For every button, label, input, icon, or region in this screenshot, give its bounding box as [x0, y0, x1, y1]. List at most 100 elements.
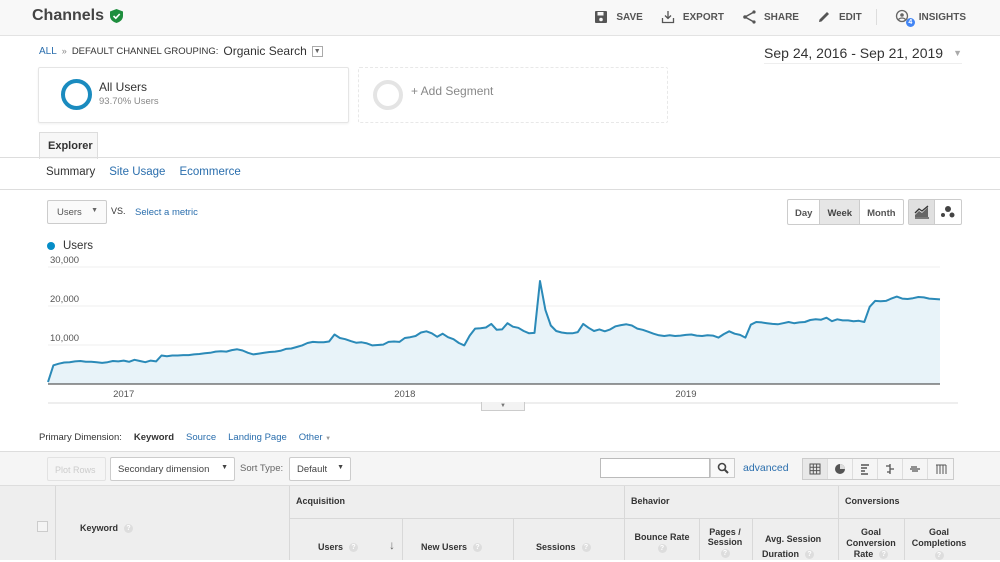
column-pages-label-2: Session	[707, 537, 743, 547]
term-cloud-view-button[interactable]	[903, 459, 928, 479]
chevron-down-icon: ▼	[337, 464, 344, 471]
period-week-button[interactable]: Week	[819, 200, 861, 224]
divider	[752, 519, 753, 560]
column-pages-per-session[interactable]: Pages / Session?	[702, 527, 748, 558]
page-title: Channels	[32, 7, 124, 25]
table-header: Keyword? Acquisition Behavior Conversion…	[0, 486, 1000, 560]
period-month-button[interactable]: Month	[860, 200, 903, 224]
help-icon[interactable]: ?	[124, 524, 134, 534]
pie-view-icon	[835, 464, 845, 474]
divider	[402, 519, 403, 560]
divider	[624, 486, 625, 560]
sort-type-select[interactable]: Default ▼	[289, 457, 351, 481]
advanced-filter-link[interactable]: advanced	[743, 462, 789, 474]
line-chart-button[interactable]	[909, 200, 935, 224]
column-keyword[interactable]: Keyword?	[80, 523, 134, 534]
column-sessions[interactable]: Sessions?	[536, 542, 591, 553]
help-icon[interactable]: ?	[934, 551, 944, 560]
motion-chart-button[interactable]	[935, 200, 961, 224]
subtab-site-usage[interactable]: Site Usage	[109, 166, 165, 178]
segment-ring-icon	[61, 79, 92, 110]
share-button[interactable]: SHARE	[742, 10, 799, 24]
breadcrumb-separator: »	[61, 46, 67, 56]
column-new-users-label: New Users	[421, 542, 468, 552]
column-users[interactable]: Users?	[318, 542, 359, 553]
y-tick-label: 10,000	[50, 333, 79, 344]
divider	[875, 9, 877, 25]
subtab-ecommerce[interactable]: Ecommerce	[179, 166, 240, 178]
pivot-view-button[interactable]	[928, 459, 953, 479]
period-day-button[interactable]: Day	[788, 200, 819, 224]
add-segment-button[interactable]: + Add Segment	[358, 67, 668, 123]
divider	[904, 519, 905, 560]
column-sessions-label: Sessions	[536, 542, 576, 552]
table-search-input[interactable]	[600, 458, 710, 478]
date-range-picker[interactable]: Sep 24, 2016 - Sep 21, 2019 ▼	[764, 45, 962, 64]
dimension-source[interactable]: Source	[186, 432, 216, 443]
group-acquisition: Acquisition	[296, 496, 345, 506]
date-range-text: Sep 24, 2016 - Sep 21, 2019	[764, 45, 944, 61]
help-icon[interactable]: ?	[473, 543, 483, 553]
dimension-landing-page[interactable]: Landing Page	[228, 432, 287, 443]
secondary-dimension-select[interactable]: Secondary dimension ▼	[110, 457, 235, 481]
performance-view-button[interactable]	[853, 459, 878, 479]
chevron-down-icon: ▼	[325, 436, 332, 442]
subtab-summary[interactable]: Summary	[46, 166, 95, 178]
pie-view-button[interactable]	[828, 459, 853, 479]
column-keyword-label: Keyword	[80, 523, 119, 533]
line-chart-icon	[914, 205, 929, 219]
help-icon[interactable]: ?	[879, 550, 889, 560]
term-cloud-view-icon	[910, 466, 920, 472]
collapse-chart-toggle[interactable]: ▼	[481, 402, 525, 411]
export-button[interactable]: EXPORT	[661, 10, 724, 24]
column-new-users[interactable]: New Users?	[421, 542, 483, 553]
column-goal-completions[interactable]: Goal Completions?	[908, 527, 970, 560]
table-view-icon	[809, 463, 821, 475]
save-label: SAVE	[616, 11, 643, 23]
plot-rows-button[interactable]: Plot Rows	[47, 457, 106, 481]
performance-view-icon	[861, 464, 869, 475]
help-icon[interactable]: ?	[349, 543, 359, 553]
search-button[interactable]	[710, 458, 735, 478]
select-all-checkbox[interactable]	[37, 521, 48, 532]
divider	[838, 486, 839, 560]
breadcrumb-dropdown[interactable]: ▼	[311, 45, 323, 57]
table-view-button[interactable]	[803, 459, 828, 479]
export-icon	[661, 11, 674, 24]
chevron-down-icon: ▼	[221, 464, 228, 471]
metric-select[interactable]: Users ▼	[47, 200, 107, 224]
divider	[699, 519, 700, 560]
x-tick-label: 2017	[113, 389, 134, 400]
export-label: EXPORT	[682, 11, 724, 23]
page-title-text: Channels	[32, 7, 105, 24]
divider	[0, 189, 1000, 190]
segment-all-users[interactable]: All Users 93.70% Users	[38, 67, 349, 123]
tab-explorer[interactable]: Explorer	[39, 132, 98, 159]
help-icon[interactable]: ?	[657, 544, 667, 553]
dimension-keyword[interactable]: Keyword	[134, 432, 174, 443]
share-label: SHARE	[763, 11, 799, 23]
group-behavior: Behavior	[631, 496, 670, 506]
breadcrumb-all-link[interactable]: ALL	[39, 46, 57, 57]
column-bounce-rate[interactable]: Bounce Rate?	[632, 532, 692, 553]
chevron-down-icon: ▼	[953, 48, 962, 58]
help-icon[interactable]: ?	[805, 550, 814, 560]
column-avg-session-duration[interactable]: Avg. Session Duration?	[762, 532, 821, 562]
help-icon[interactable]: ?	[720, 549, 730, 558]
dimension-other[interactable]: Other ▼	[299, 432, 331, 443]
sort-type-value: Default	[297, 464, 328, 475]
insights-label: INSIGHTS	[918, 11, 966, 23]
divider	[289, 518, 1000, 519]
insights-button[interactable]: 4 INSIGHTS	[895, 9, 966, 27]
comparison-view-button[interactable]	[878, 459, 903, 479]
legend-label-users: Users	[63, 240, 94, 252]
sort-descending-icon[interactable]: ↓	[389, 538, 395, 552]
save-button[interactable]: SAVE	[594, 10, 643, 24]
column-goal-conversion-rate[interactable]: Goal Conversion Rate?	[844, 527, 898, 560]
help-icon[interactable]: ?	[581, 543, 591, 553]
users-line-chart: 10,000 20,000 30,000 2017 2018 2019	[47, 255, 958, 404]
edit-button[interactable]: EDIT	[817, 10, 862, 24]
chevron-down-icon: ▼	[313, 47, 321, 55]
select-metric-link[interactable]: Select a metric	[135, 207, 198, 218]
group-conversions: Conversions	[845, 496, 900, 506]
